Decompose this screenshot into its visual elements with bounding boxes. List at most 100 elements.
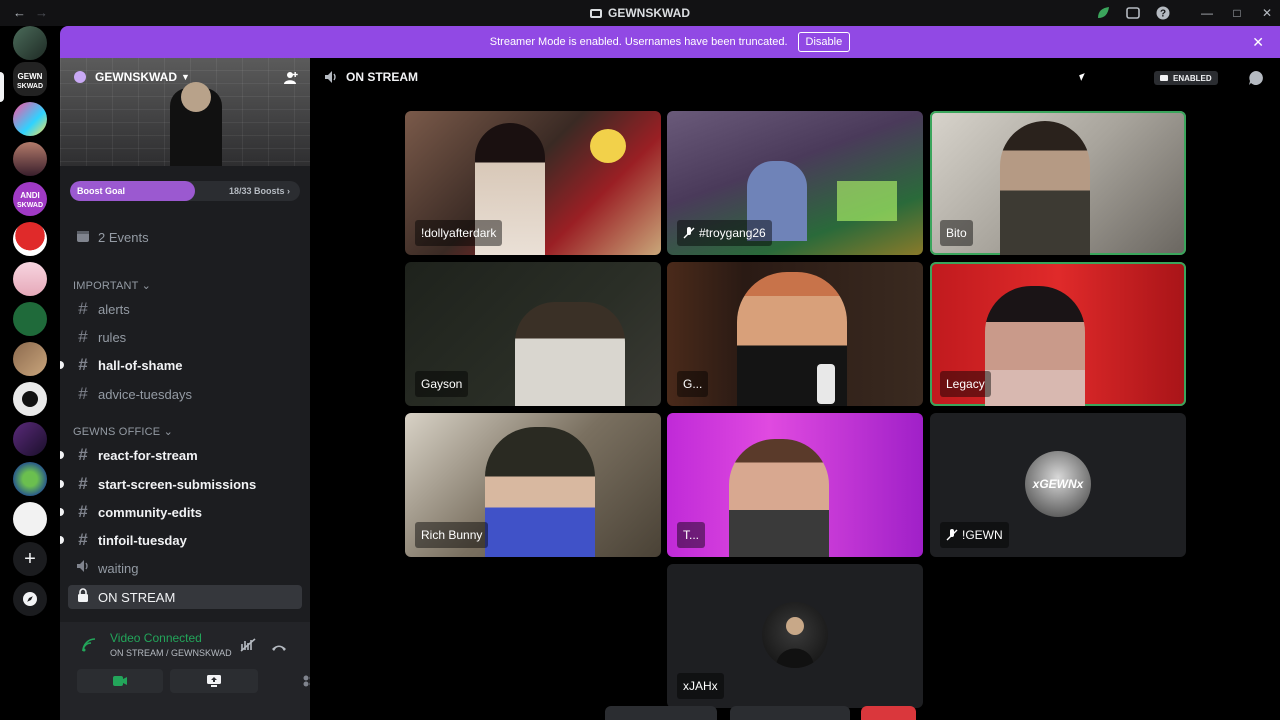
server-icon[interactable] xyxy=(13,302,47,336)
category-important[interactable]: IMPORTANT ⌄ xyxy=(73,279,151,292)
voice-channel-waiting[interactable]: waiting xyxy=(68,556,302,580)
guild-banner[interactable]: GEWNSKWAD ▼ xyxy=(60,58,310,166)
streamer-mode-badge[interactable]: ENABLED xyxy=(1154,71,1218,85)
events-label: 2 Events xyxy=(98,229,149,245)
channel-label: advice-tuesdays xyxy=(98,386,192,402)
channel-label: rules xyxy=(98,329,127,345)
maximize-icon[interactable]: □ xyxy=(1229,5,1245,21)
screen-share-button[interactable] xyxy=(170,669,258,693)
channel-label: hall-of-shame xyxy=(98,357,183,373)
server-icon[interactable] xyxy=(13,222,47,256)
signal-icon[interactable] xyxy=(82,638,96,657)
video-tile[interactable]: #troygang26 xyxy=(667,111,923,255)
channel-advice-tuesdays[interactable]: # advice-tuesdays xyxy=(68,382,302,406)
channel-tinfoil-tuesday[interactable]: # tinfoil-tuesday xyxy=(60,528,302,552)
channel-label: ON STREAM xyxy=(98,589,176,605)
svg-text:SKWAD: SKWAD xyxy=(17,83,43,90)
camera-button[interactable] xyxy=(77,669,163,693)
server-icon[interactable] xyxy=(13,462,47,496)
channel-alerts[interactable]: # alerts xyxy=(68,297,302,321)
video-tile-speaking[interactable]: Bito xyxy=(930,111,1186,255)
disable-streamer-mode-button[interactable]: Disable xyxy=(797,32,851,52)
speaker-icon xyxy=(74,558,92,578)
video-tile-speaking[interactable]: Legacy xyxy=(930,262,1186,406)
channel-label: alerts xyxy=(98,301,130,317)
hash-icon: # xyxy=(78,474,88,493)
hash-icon: # xyxy=(78,502,88,521)
channel-hall-of-shame[interactable]: # hall-of-shame xyxy=(60,353,302,377)
server-icon[interactable] xyxy=(13,382,47,416)
server-icon[interactable] xyxy=(13,102,47,136)
video-tile[interactable]: Gayson xyxy=(405,262,661,406)
video-tile[interactable]: !dollyafterdark xyxy=(405,111,661,255)
screen-icon xyxy=(590,9,602,18)
channel-start-screen-submissions[interactable]: # start-screen-submissions xyxy=(60,472,302,496)
unread-indicator xyxy=(60,508,64,516)
invite-people-icon[interactable] xyxy=(284,71,298,88)
hash-icon: # xyxy=(78,327,88,346)
channel-label: community-edits xyxy=(98,504,203,520)
banner-text: Streamer Mode is enabled. Usernames have… xyxy=(489,36,788,48)
server-icon[interactable] xyxy=(13,342,47,376)
hash-icon: # xyxy=(78,384,88,403)
avatar: xGEWNx xyxy=(1025,451,1091,517)
voice-status[interactable]: Video Connected xyxy=(110,631,202,645)
server-icon[interactable]: ANDI SKWAD xyxy=(13,182,47,216)
nitro-leaf-icon[interactable] xyxy=(1095,5,1111,21)
noise-suppression-icon[interactable] xyxy=(240,638,256,657)
channel-community-edits[interactable]: # community-edits xyxy=(60,500,302,524)
guild-name-text: GEWNSKWAD xyxy=(95,70,177,84)
server-icon[interactable] xyxy=(13,422,47,456)
avatar-text: xGEWNx xyxy=(1032,477,1085,491)
disconnect-icon[interactable] xyxy=(271,639,287,657)
leave-call-button[interactable] xyxy=(861,706,916,720)
video-tile-audio-only[interactable]: xGEWNx !GEWN xyxy=(930,413,1186,557)
video-tile[interactable]: Rich Bunny xyxy=(405,413,661,557)
participant-silhouette xyxy=(485,427,595,557)
events-row[interactable]: 2 Events xyxy=(68,225,302,249)
server-icon[interactable] xyxy=(13,502,47,536)
screen-share-icon xyxy=(207,675,221,687)
plush-toy xyxy=(590,129,626,163)
guild-name[interactable]: GEWNSKWAD ▼ xyxy=(74,70,190,84)
camera-control[interactable] xyxy=(730,706,850,720)
title-bar: ← → GEWNSKWAD ? — □ ✕ xyxy=(0,0,1280,26)
video-tile[interactable]: T... xyxy=(667,413,923,557)
discover-icon[interactable] xyxy=(13,582,47,616)
video-tile-audio-only[interactable]: xJAHx xyxy=(667,564,923,708)
video-tile[interactable]: G... xyxy=(667,262,923,406)
streamer-mode-banner: Streamer Mode is enabled. Usernames have… xyxy=(60,26,1280,58)
participant-name: Bito xyxy=(940,220,973,246)
hash-icon: # xyxy=(78,299,88,318)
muted-mic-icon xyxy=(683,227,695,239)
gewnskwad-server-icon[interactable]: GEWN SKWAD xyxy=(13,62,47,96)
chat-bubble-icon[interactable] xyxy=(1248,70,1264,91)
boost-gem-icon xyxy=(74,71,86,83)
selected-server-pill xyxy=(0,72,4,102)
participant-name: #troygang26 xyxy=(677,220,772,246)
mic-control[interactable] xyxy=(605,706,717,720)
category-gewns-office[interactable]: GEWNS OFFICE ⌄ xyxy=(73,425,173,438)
close-window-icon[interactable]: ✕ xyxy=(1259,5,1275,21)
server-rail: GEWN SKWAD ANDI SKWAD + xyxy=(0,26,60,720)
category-important-label: IMPORTANT xyxy=(73,280,139,292)
channel-rules[interactable]: # rules xyxy=(68,325,302,349)
badge-label: ENABLED xyxy=(1173,73,1212,83)
stage-channel-on-stream[interactable]: ON STREAM xyxy=(68,585,302,609)
channel-label: tinfoil-tuesday xyxy=(98,532,187,548)
channel-label: waiting xyxy=(98,560,139,576)
help-icon[interactable]: ? xyxy=(1155,5,1171,21)
participant-name-text: #troygang26 xyxy=(699,226,766,240)
channel-react-for-stream[interactable]: # react-for-stream xyxy=(60,443,302,467)
server-icon[interactable] xyxy=(13,262,47,296)
channel-label: start-screen-submissions xyxy=(98,476,257,492)
server-icon[interactable] xyxy=(13,142,47,176)
minimize-icon[interactable]: — xyxy=(1199,5,1215,21)
hash-icon: # xyxy=(78,530,88,549)
boost-goal-bar[interactable]: Boost Goal 18/33 Boosts › xyxy=(70,181,300,201)
add-server-button[interactable]: + xyxy=(13,542,47,576)
close-icon[interactable]: ✕ xyxy=(1252,34,1264,51)
inbox-icon[interactable] xyxy=(1125,5,1141,21)
boost-goal-label: Boost Goal xyxy=(77,186,126,196)
server-icon[interactable] xyxy=(13,26,47,60)
